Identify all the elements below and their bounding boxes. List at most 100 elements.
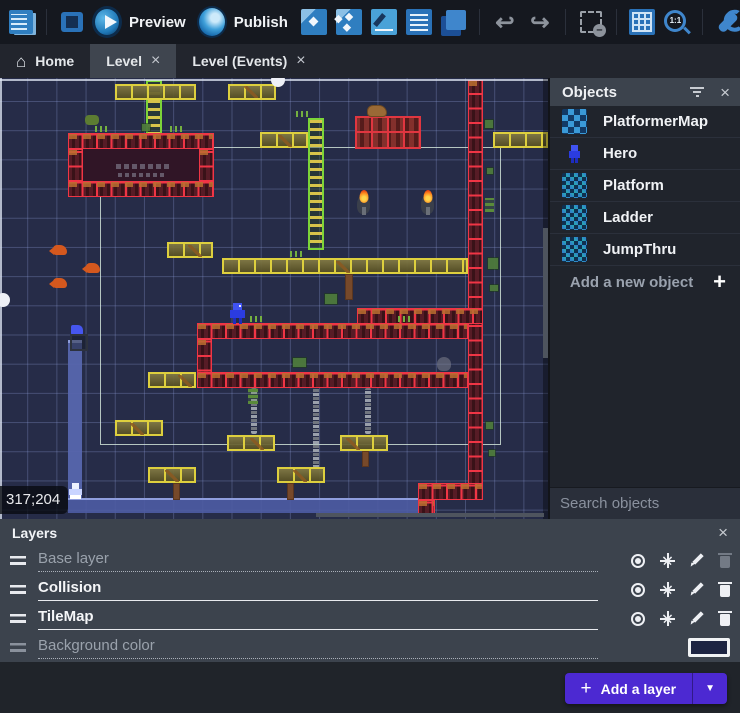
canvas-ladder[interactable]	[308, 118, 324, 250]
canvas-torch[interactable]	[421, 195, 434, 214]
canvas-waterband[interactable]	[68, 498, 418, 513]
canvas-critter[interactable]	[53, 278, 67, 288]
canvas-redblock[interactable]	[355, 116, 421, 149]
tab-level[interactable]: Level ×	[90, 44, 176, 78]
drag-handle-icon[interactable]	[10, 585, 26, 594]
canvas-post[interactable]	[173, 483, 180, 500]
layer-name[interactable]: TileMap	[38, 608, 94, 625]
close-icon[interactable]: ×	[296, 53, 305, 69]
edit-pencil-icon[interactable]	[690, 611, 705, 626]
project-manager-icon[interactable]	[6, 7, 36, 37]
publish-icon[interactable]	[197, 7, 227, 37]
object-item-platform[interactable]: Platform	[550, 170, 740, 202]
canvas-ghost[interactable]	[437, 357, 451, 371]
redo-icon[interactable]: ↪	[525, 7, 555, 37]
visibility-eye-icon[interactable]	[631, 612, 645, 626]
add-new-object-button[interactable]: Add a new object +	[550, 266, 740, 298]
preview-label[interactable]: Preview	[129, 14, 186, 31]
object-item-platformermap[interactable]: PlatformerMap	[550, 106, 740, 138]
canvas-vertical-scrollbar-thumb[interactable]	[543, 228, 548, 358]
canvas-swimmer[interactable]	[68, 483, 83, 499]
add-layer-button[interactable]: + Add a layer ▼	[565, 673, 728, 704]
add-layer-main[interactable]: + Add a layer	[565, 673, 693, 704]
zoom-1-1-icon[interactable]: 1:1	[662, 7, 692, 37]
effects-icon[interactable]	[660, 582, 675, 597]
object-item-jumpthru[interactable]: JumpThru	[550, 234, 740, 266]
layer-row-base-layer[interactable]: Base layer	[0, 546, 740, 575]
effects-icon[interactable]	[660, 611, 675, 626]
canvas-brickrow[interactable]	[68, 181, 214, 197]
canvas-critter[interactable]	[53, 245, 67, 255]
canvas-brickrow[interactable]	[418, 483, 483, 500]
canvas-hero[interactable]	[230, 303, 245, 324]
canvas-brickrow[interactable]	[68, 133, 214, 149]
settings-wrench-icon[interactable]	[713, 7, 740, 37]
canvas-brickcol[interactable]	[199, 149, 214, 181]
tab-level-events[interactable]: Level (Events) ×	[176, 44, 321, 78]
canvas-brickcol[interactable]	[68, 149, 83, 181]
canvas-brickrow[interactable]	[197, 372, 468, 388]
canvas-bird[interactable]	[70, 325, 86, 351]
close-icon[interactable]: ×	[720, 84, 730, 101]
layer-row-tilemap[interactable]: TileMap	[0, 604, 740, 633]
search-objects-input[interactable]	[550, 494, 740, 513]
layer-name[interactable]: Base layer	[38, 550, 109, 567]
canvas-torch[interactable]	[357, 195, 370, 214]
canvas-critter[interactable]	[86, 263, 100, 273]
object-label: Ladder	[603, 209, 653, 226]
canvas-brickcol[interactable]	[468, 80, 483, 500]
canvas-post[interactable]	[287, 483, 294, 500]
layer-row-background-color[interactable]: Background color	[0, 633, 740, 662]
canvas-post[interactable]	[345, 274, 353, 300]
canvas-ybox[interactable]	[115, 84, 196, 100]
debug-icon[interactable]	[57, 7, 87, 37]
clear-selection-icon[interactable]	[576, 7, 606, 37]
edit-scene-icon[interactable]	[369, 7, 399, 37]
close-icon[interactable]: ×	[151, 53, 160, 69]
background-color-swatch[interactable]	[688, 638, 730, 657]
visibility-eye-icon[interactable]	[631, 554, 645, 568]
drag-handle-icon[interactable]	[10, 643, 26, 652]
instances-list-icon[interactable]	[404, 7, 434, 37]
scene-canvas[interactable]: 317;204	[0, 78, 548, 519]
object-item-hero[interactable]: Hero	[550, 138, 740, 170]
publish-label[interactable]: Publish	[234, 14, 288, 31]
canvas-chain[interactable]	[365, 388, 371, 434]
toolbar-separator	[702, 9, 703, 35]
effects-icon[interactable]	[660, 553, 675, 568]
object-item-ladder[interactable]: Ladder	[550, 202, 740, 234]
drag-handle-icon[interactable]	[10, 556, 26, 565]
canvas-horizontal-scrollbar-thumb[interactable]	[316, 513, 544, 517]
canvas-creature[interactable]	[367, 105, 387, 117]
chevron-down-icon[interactable]: ▼	[693, 673, 727, 704]
window-resize-handle-top[interactable]	[271, 78, 285, 87]
canvas-chain[interactable]	[313, 388, 319, 468]
grid-icon[interactable]	[627, 7, 657, 37]
canvas-brickrow[interactable]	[357, 308, 483, 324]
tab-home[interactable]: ⌂ Home	[0, 44, 90, 78]
objects-list-icon[interactable]	[334, 7, 364, 37]
tab-bar: ⌂ Home Level × Level (Events) ×	[0, 44, 740, 78]
layer-name[interactable]: Collision	[38, 579, 101, 596]
filter-icon[interactable]	[690, 87, 704, 97]
canvas-watercol[interactable]	[68, 340, 82, 498]
add-object-icon[interactable]	[299, 7, 329, 37]
window-resize-handle-left[interactable]	[0, 293, 10, 307]
undo-icon[interactable]: ↩	[490, 7, 520, 37]
canvas-post[interactable]	[362, 451, 369, 467]
layers-icon[interactable]	[439, 7, 469, 37]
visibility-eye-icon[interactable]	[631, 583, 645, 597]
canvas-brickrow[interactable]	[197, 323, 468, 339]
trash-icon[interactable]	[720, 614, 730, 626]
preview-icon[interactable]	[92, 7, 122, 37]
layer-row-collision[interactable]: Collision	[0, 575, 740, 604]
drag-handle-icon[interactable]	[10, 614, 26, 623]
edit-pencil-icon[interactable]	[690, 582, 705, 597]
canvas-diag	[244, 86, 258, 98]
layer-name[interactable]: Background color	[38, 637, 155, 654]
trash-icon[interactable]	[720, 585, 730, 597]
edit-pencil-icon[interactable]	[690, 553, 705, 568]
canvas-bug[interactable]	[85, 115, 99, 125]
canvas-ybox[interactable]	[493, 132, 548, 148]
close-icon[interactable]: ×	[718, 524, 728, 541]
